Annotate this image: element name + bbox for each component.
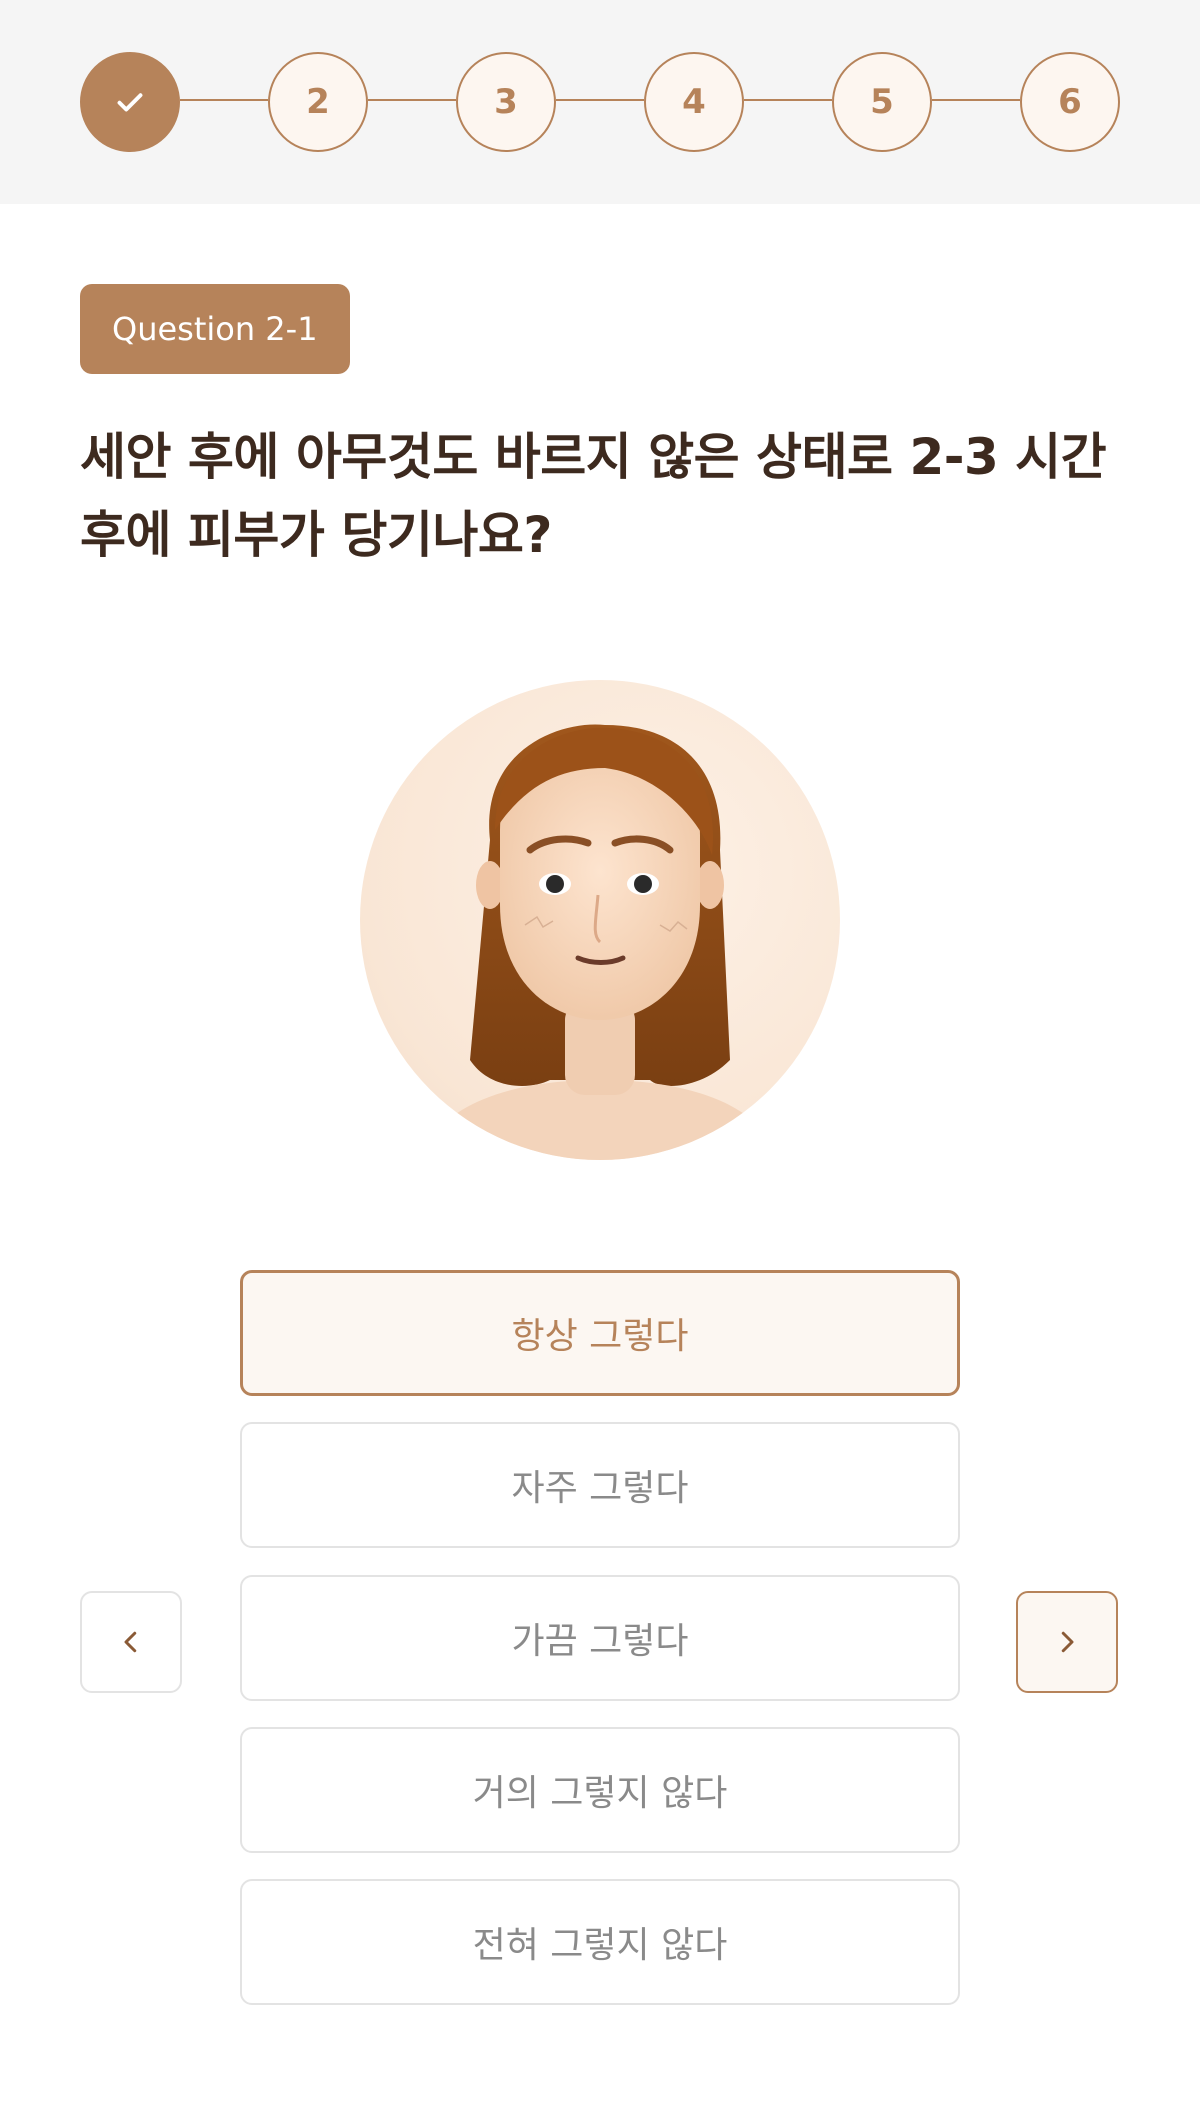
step-5[interactable]: 5 (832, 52, 932, 152)
answer-option-rarely[interactable]: 거의 그렇지 않다 (240, 1727, 960, 1853)
question-text: 세안 후에 아무것도 바르지 않은 상태로 2-3 시간 후에 피부가 당기나요… (80, 418, 1140, 574)
question-line-1: 세안 후에 아무것도 바르지 않은 상태로 2-3 시간 (80, 428, 1107, 486)
step-connector (932, 99, 1020, 101)
answer-option-often[interactable]: 자주 그렇다 (240, 1422, 960, 1548)
step-connector (368, 99, 456, 101)
step-6[interactable]: 6 (1020, 52, 1120, 152)
step-connector (556, 99, 644, 101)
answer-option-never[interactable]: 전혀 그렇지 않다 (240, 1879, 960, 2005)
answer-option-sometimes[interactable]: 가끔 그렇다 (240, 1575, 960, 1701)
chevron-right-icon (1061, 1631, 1074, 1653)
progress-stepper: 2 3 4 5 6 (0, 0, 1200, 204)
step-3[interactable]: 3 (456, 52, 556, 152)
answer-option-always[interactable]: 항상 그렇다 (240, 1270, 960, 1396)
avatar-face-icon (420, 724, 780, 1160)
checkmark-icon (117, 93, 143, 112)
step-1[interactable] (80, 52, 180, 152)
question-line-2: 후에 피부가 당기나요? (80, 506, 552, 564)
step-4[interactable]: 4 (644, 52, 744, 152)
question-badge: Question 2-1 (80, 284, 350, 374)
step-connector (180, 99, 268, 101)
next-button[interactable] (1016, 1591, 1118, 1693)
chevron-left-icon (124, 1631, 137, 1653)
step-2[interactable]: 2 (268, 52, 368, 152)
step-connector (744, 99, 832, 101)
previous-button[interactable] (80, 1591, 182, 1693)
avatar-illustration (360, 680, 840, 1160)
